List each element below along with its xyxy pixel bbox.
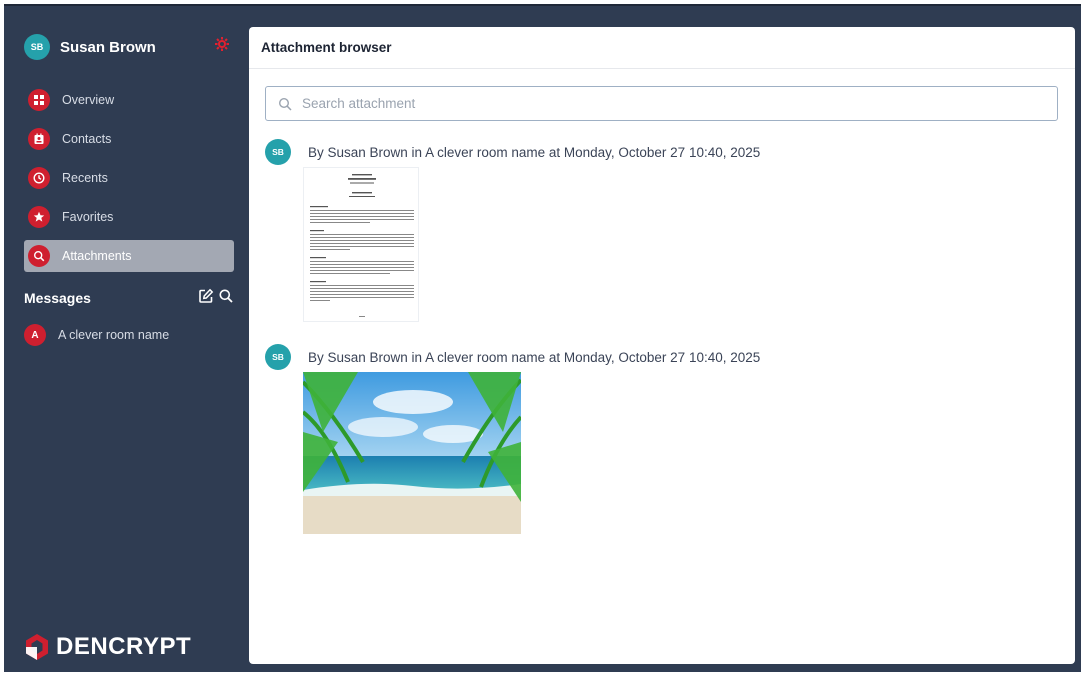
- search-messages-icon[interactable]: [218, 288, 234, 309]
- room-avatar: A: [24, 324, 46, 346]
- contact-card-icon: [28, 128, 50, 150]
- search-input[interactable]: [302, 96, 1042, 111]
- attachment-entry: SB By Susan Brown in A clever room name …: [265, 139, 761, 322]
- room-name: A clever room name: [58, 328, 170, 342]
- nav-item-label: Recents: [62, 171, 108, 185]
- panel-header: Attachment browser: [249, 27, 1075, 69]
- app-window: SB Susan Brown Overview Contacts Recents…: [4, 4, 1081, 672]
- search-box[interactable]: [265, 86, 1058, 121]
- attachment-browser: Attachment browser SB By Susan Brown in …: [249, 27, 1075, 664]
- attachment-meta: By Susan Brown in A clever room name at …: [308, 349, 761, 365]
- compose-icon[interactable]: [198, 288, 214, 309]
- brand-name: DENCRYPT: [56, 633, 192, 660]
- grid-icon: [28, 89, 50, 111]
- brand-logo: DENCRYPT: [22, 632, 191, 662]
- image-thumbnail[interactable]: [303, 372, 521, 534]
- nav-item-label: Contacts: [62, 132, 112, 146]
- nav-item-favorites[interactable]: Favorites: [24, 201, 234, 233]
- gear-icon[interactable]: [214, 36, 230, 52]
- search-icon: [278, 97, 292, 111]
- user-name: Susan Brown: [60, 38, 156, 56]
- nav-item-overview[interactable]: Overview: [24, 84, 234, 116]
- messages-title: Messages: [24, 290, 91, 306]
- beach-photo-icon: [303, 372, 521, 534]
- nav-item-label: Attachments: [62, 249, 132, 263]
- dencrypt-logo-icon: [26, 634, 48, 660]
- search-icon: [28, 245, 50, 267]
- messages-header: Messages: [24, 288, 234, 308]
- user-avatar: SB: [24, 34, 50, 60]
- sender-avatar: SB: [265, 139, 291, 165]
- nav-item-label: Favorites: [62, 210, 114, 224]
- room-item[interactable]: A A clever room name: [24, 324, 169, 346]
- nav-item-recents[interactable]: Recents: [24, 162, 234, 194]
- sidebar: SB Susan Brown Overview Contacts Recents…: [4, 6, 244, 672]
- user-profile[interactable]: SB Susan Brown: [24, 34, 156, 60]
- attachment-entry: SB By Susan Brown in A clever room name …: [265, 344, 761, 534]
- star-icon: [28, 206, 50, 228]
- document-thumbnail[interactable]: [303, 167, 419, 322]
- sender-avatar: SB: [265, 344, 291, 370]
- document-preview-icon: [310, 174, 414, 317]
- attachment-meta: By Susan Brown in A clever room name at …: [308, 144, 761, 160]
- main-nav: Overview Contacts Recents Favorites Atta…: [24, 84, 234, 279]
- nav-item-label: Overview: [62, 93, 115, 107]
- clock-icon: [28, 167, 50, 189]
- page-title: Attachment browser: [261, 40, 392, 55]
- nav-item-contacts[interactable]: Contacts: [24, 123, 234, 155]
- nav-item-attachments[interactable]: Attachments: [24, 240, 234, 272]
